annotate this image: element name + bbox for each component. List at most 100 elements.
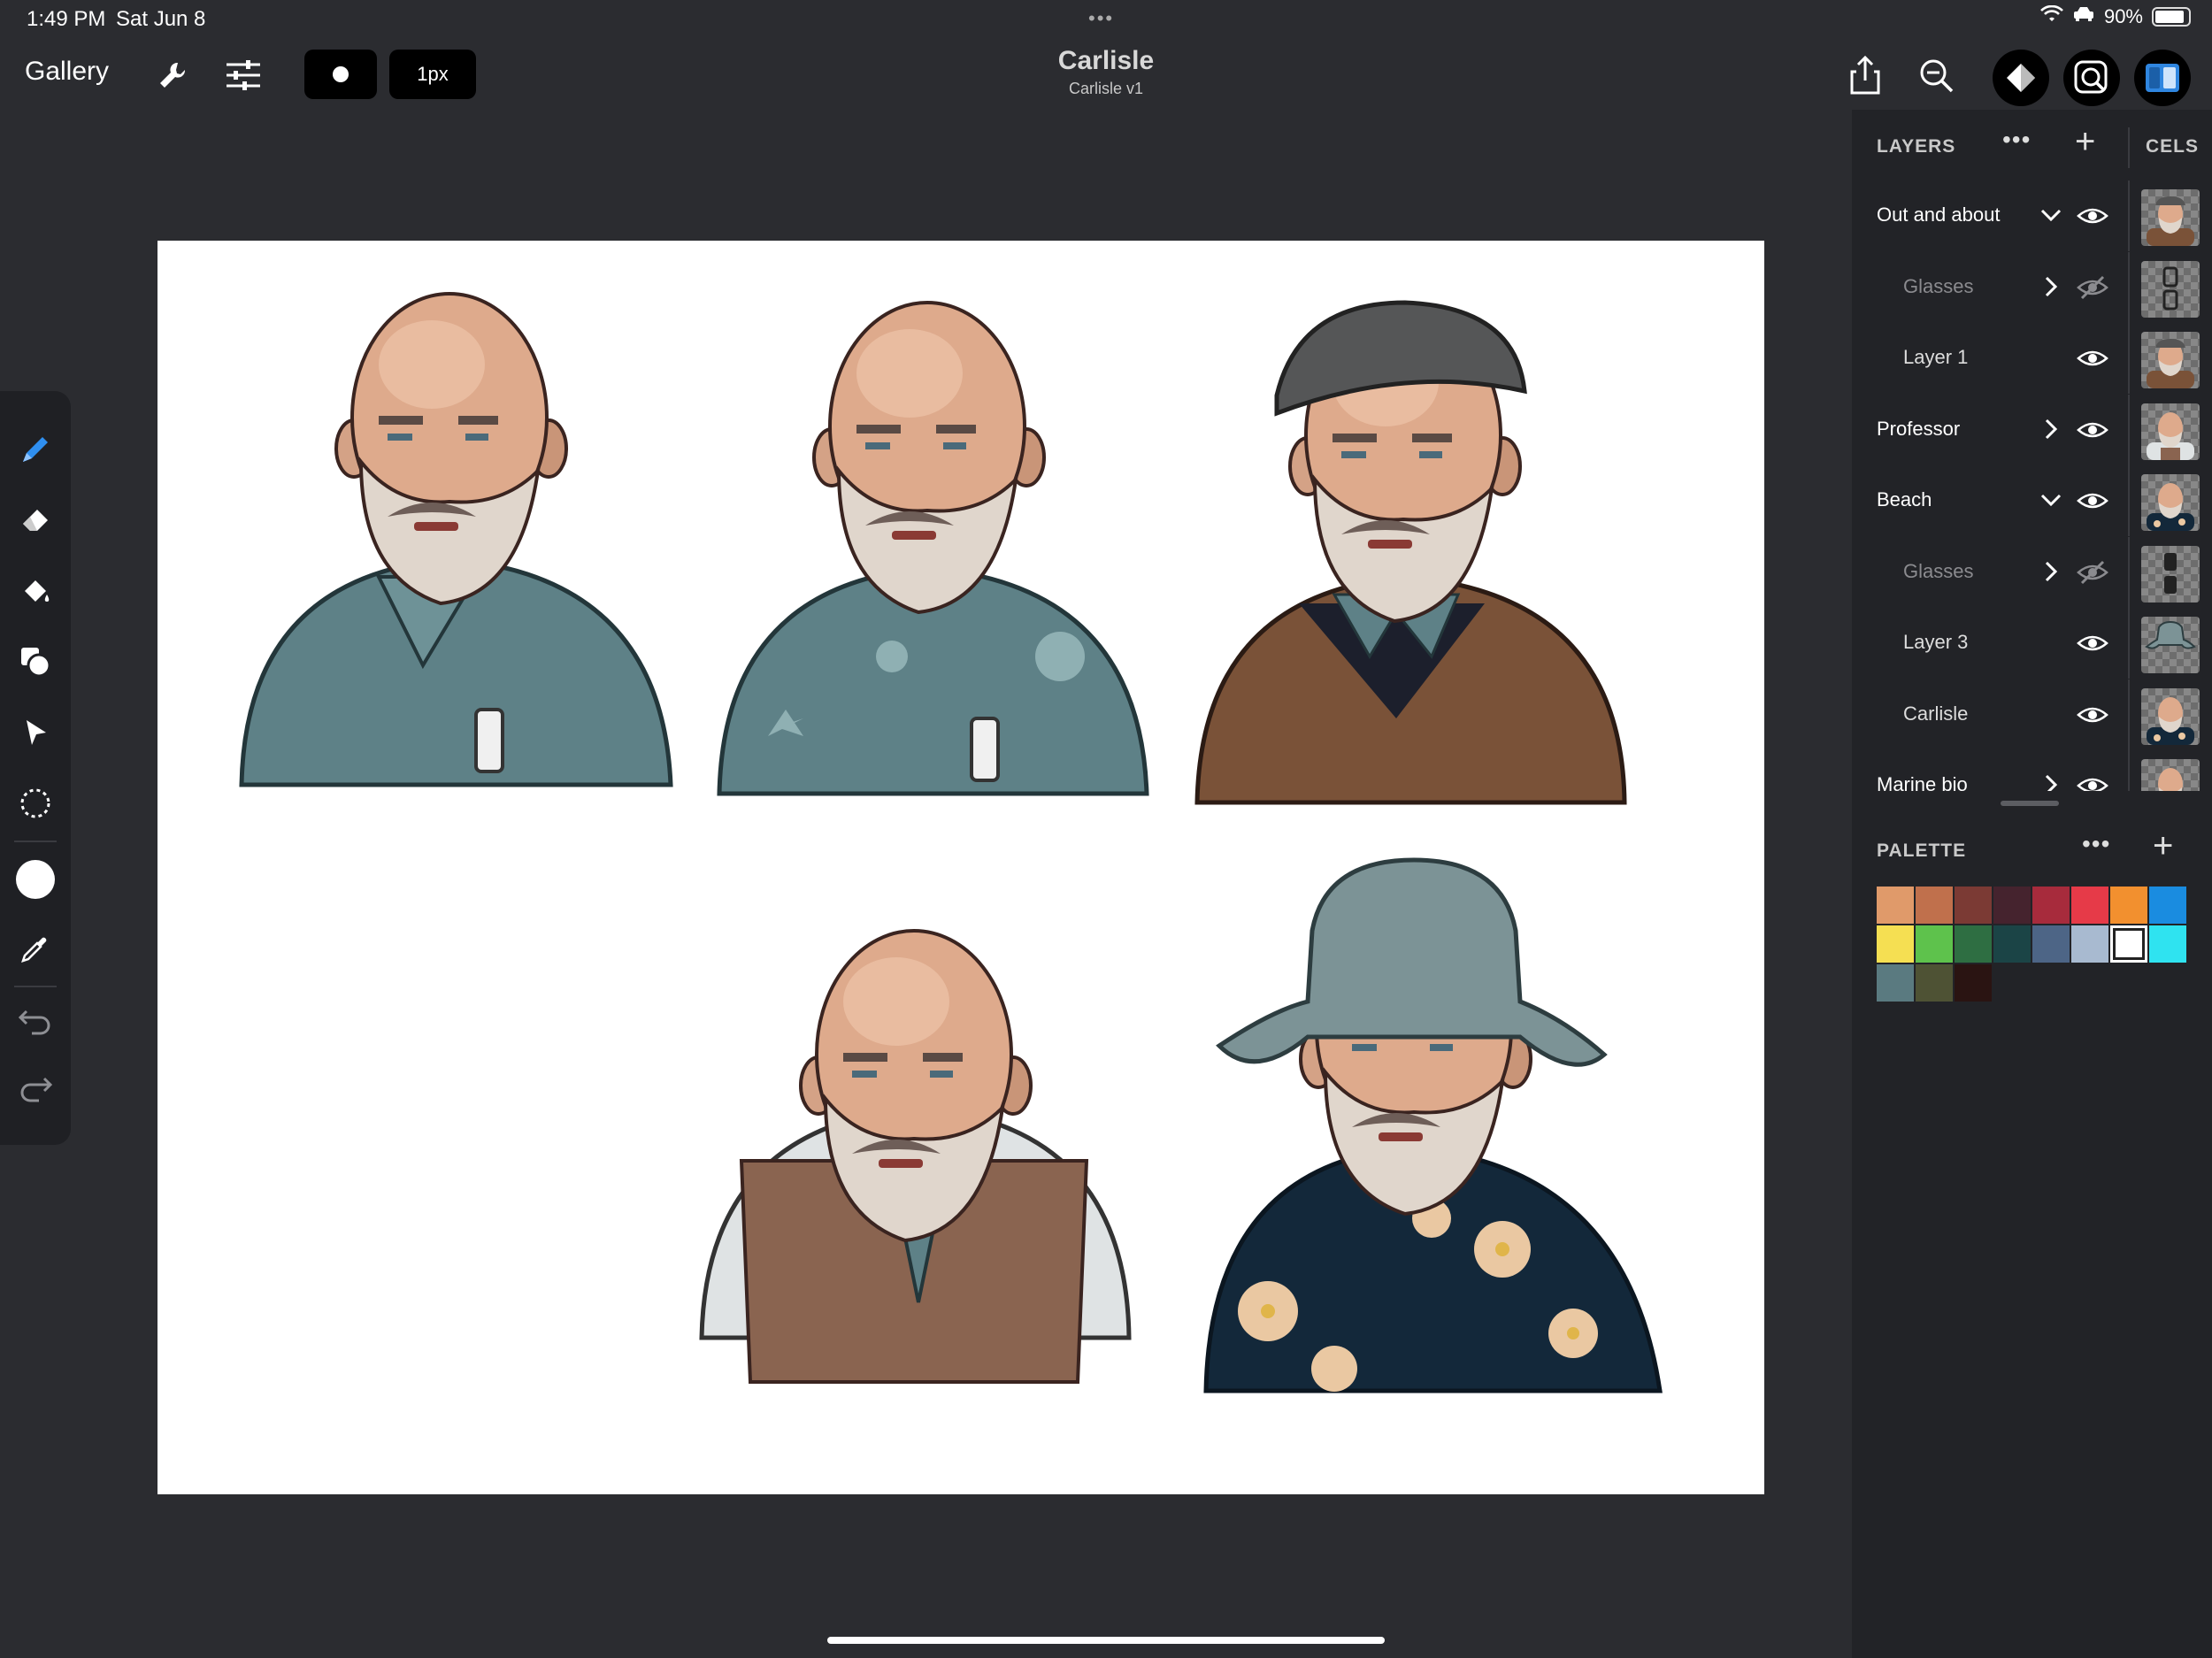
palette-swatches: [1877, 887, 2188, 1002]
layer-row[interactable]: Layer 3: [1852, 608, 2212, 679]
symmetry-button[interactable]: [1993, 50, 2049, 106]
wrench-icon[interactable]: [152, 55, 193, 96]
cel-thumbnail[interactable]: [2141, 474, 2200, 531]
move-icon[interactable]: [12, 710, 58, 756]
layer-row[interactable]: Out and about: [1852, 180, 2212, 251]
color-swatch[interactable]: [1916, 887, 1953, 924]
eye-icon[interactable]: [2077, 203, 2108, 228]
eye-icon[interactable]: [2077, 631, 2108, 656]
color-swatch[interactable]: [2149, 887, 2186, 924]
eye-icon[interactable]: [2077, 773, 2108, 791]
color-icon[interactable]: [12, 856, 58, 902]
color-swatch[interactable]: [2032, 887, 2070, 924]
sliders-icon[interactable]: [223, 55, 264, 96]
color-swatch[interactable]: [2032, 925, 2070, 963]
eye-icon[interactable]: [2077, 702, 2108, 727]
cel-thumbnail[interactable]: [2141, 617, 2200, 673]
redo-icon[interactable]: [12, 1065, 58, 1111]
palette-header: PALETTE ••• +: [1852, 823, 2212, 876]
cel-thumbnail[interactable]: [2141, 403, 2200, 460]
layer-name: Glasses: [1903, 274, 1974, 297]
color-swatch[interactable]: [2110, 925, 2147, 963]
chevron-down-icon[interactable]: [2038, 202, 2064, 228]
selection-icon[interactable]: [12, 780, 58, 826]
multitasking-dots-icon[interactable]: •••: [1088, 7, 1114, 30]
cel-thumbnail[interactable]: [2141, 759, 2200, 791]
color-swatch[interactable]: [2071, 925, 2108, 963]
color-swatch[interactable]: [1877, 925, 1914, 963]
layer-row[interactable]: Layer 1: [1852, 323, 2212, 394]
chevron-right-icon[interactable]: [2038, 558, 2064, 585]
document-title-area[interactable]: Carlisle Carlisle v1: [929, 46, 1283, 98]
chevron-down-icon[interactable]: [2038, 487, 2064, 513]
layer-row[interactable]: Glasses: [1852, 536, 2212, 608]
panel-resize-handle[interactable]: [2001, 801, 2059, 806]
cel-thumbnail[interactable]: [2141, 332, 2200, 388]
eye-icon[interactable]: [2077, 488, 2108, 513]
layer-name: Layer 1: [1903, 346, 1969, 368]
layer-name: Professor: [1877, 417, 1961, 440]
preview-button[interactable]: [2063, 50, 2120, 106]
add-color-button[interactable]: +: [2153, 828, 2173, 864]
eye-icon[interactable]: [2077, 346, 2108, 371]
layer-row[interactable]: Professor: [1852, 394, 2212, 465]
drawing-canvas[interactable]: [157, 241, 1764, 1494]
pencil-icon[interactable]: [12, 426, 58, 472]
gallery-button[interactable]: Gallery: [25, 57, 109, 87]
color-swatch[interactable]: [1993, 925, 2031, 963]
cel-thumbnail[interactable]: [2141, 260, 2200, 318]
cel-thumbnail[interactable]: [2141, 545, 2200, 603]
battery-percent: 90%: [2103, 5, 2143, 27]
cel-divider: [2128, 465, 2130, 536]
color-swatch[interactable]: [1955, 887, 1992, 924]
cel-divider: [2128, 536, 2130, 608]
share-icon[interactable]: [1845, 55, 1886, 96]
color-swatch[interactable]: [1955, 964, 1992, 1002]
tool-sidebar: [0, 391, 71, 1145]
layer-row[interactable]: Carlisle: [1852, 679, 2212, 750]
brush-dot-icon: [333, 66, 349, 82]
magnifier-preview-icon: [2074, 60, 2108, 94]
layer-name: Glasses: [1903, 559, 1974, 582]
add-layer-button[interactable]: +: [2075, 124, 2095, 159]
undo-icon[interactable]: [12, 998, 58, 1044]
eye-icon[interactable]: [2077, 418, 2108, 442]
color-swatch[interactable]: [1916, 925, 1953, 963]
color-swatch[interactable]: [1955, 925, 1992, 963]
brush-shape-button[interactable]: [304, 50, 377, 99]
layers-panel: LAYERS ••• + CELS Out and about Glasses La…: [1852, 110, 2212, 1658]
fill-bucket-icon[interactable]: [12, 568, 58, 614]
brush-size-button[interactable]: 1px: [389, 50, 476, 99]
layer-row[interactable]: Marine bio: [1852, 750, 2212, 791]
layer-name: Carlisle: [1903, 702, 1969, 725]
eyedropper-icon[interactable]: [12, 925, 58, 971]
panels-toggle-button[interactable]: [2134, 50, 2191, 106]
cel-thumbnail[interactable]: [2141, 189, 2200, 246]
layer-row[interactable]: Glasses: [1852, 251, 2212, 323]
layer-row[interactable]: Beach: [1852, 465, 2212, 536]
color-swatch[interactable]: [1877, 887, 1914, 924]
color-swatch[interactable]: [1993, 887, 2031, 924]
color-swatch[interactable]: [2110, 887, 2147, 924]
home-indicator[interactable]: [827, 1637, 1385, 1644]
cels-tab[interactable]: CELS: [2146, 136, 2199, 157]
chevron-right-icon[interactable]: [2038, 771, 2064, 791]
layers-more-icon[interactable]: •••: [2002, 126, 2031, 154]
document-subtitle: Carlisle v1: [1068, 80, 1144, 97]
shapes-icon[interactable]: [12, 639, 58, 685]
color-swatch[interactable]: [1877, 964, 1914, 1002]
color-swatch[interactable]: [1916, 964, 1953, 1002]
color-swatch[interactable]: [2149, 925, 2186, 963]
color-swatch[interactable]: [2071, 887, 2108, 924]
chevron-right-icon[interactable]: [2038, 416, 2064, 442]
palette-more-icon[interactable]: •••: [2082, 830, 2110, 858]
cel-divider: [2128, 180, 2130, 251]
eraser-icon[interactable]: [12, 497, 58, 543]
eye-hidden-icon[interactable]: [2077, 275, 2108, 300]
zoom-icon[interactable]: [1916, 55, 1956, 96]
car-icon: [2072, 5, 2095, 28]
chevron-right-icon[interactable]: [2038, 273, 2064, 300]
cel-thumbnail[interactable]: [2141, 687, 2200, 745]
eye-hidden-icon[interactable]: [2077, 560, 2108, 585]
layers-tab[interactable]: LAYERS: [1877, 136, 1955, 157]
